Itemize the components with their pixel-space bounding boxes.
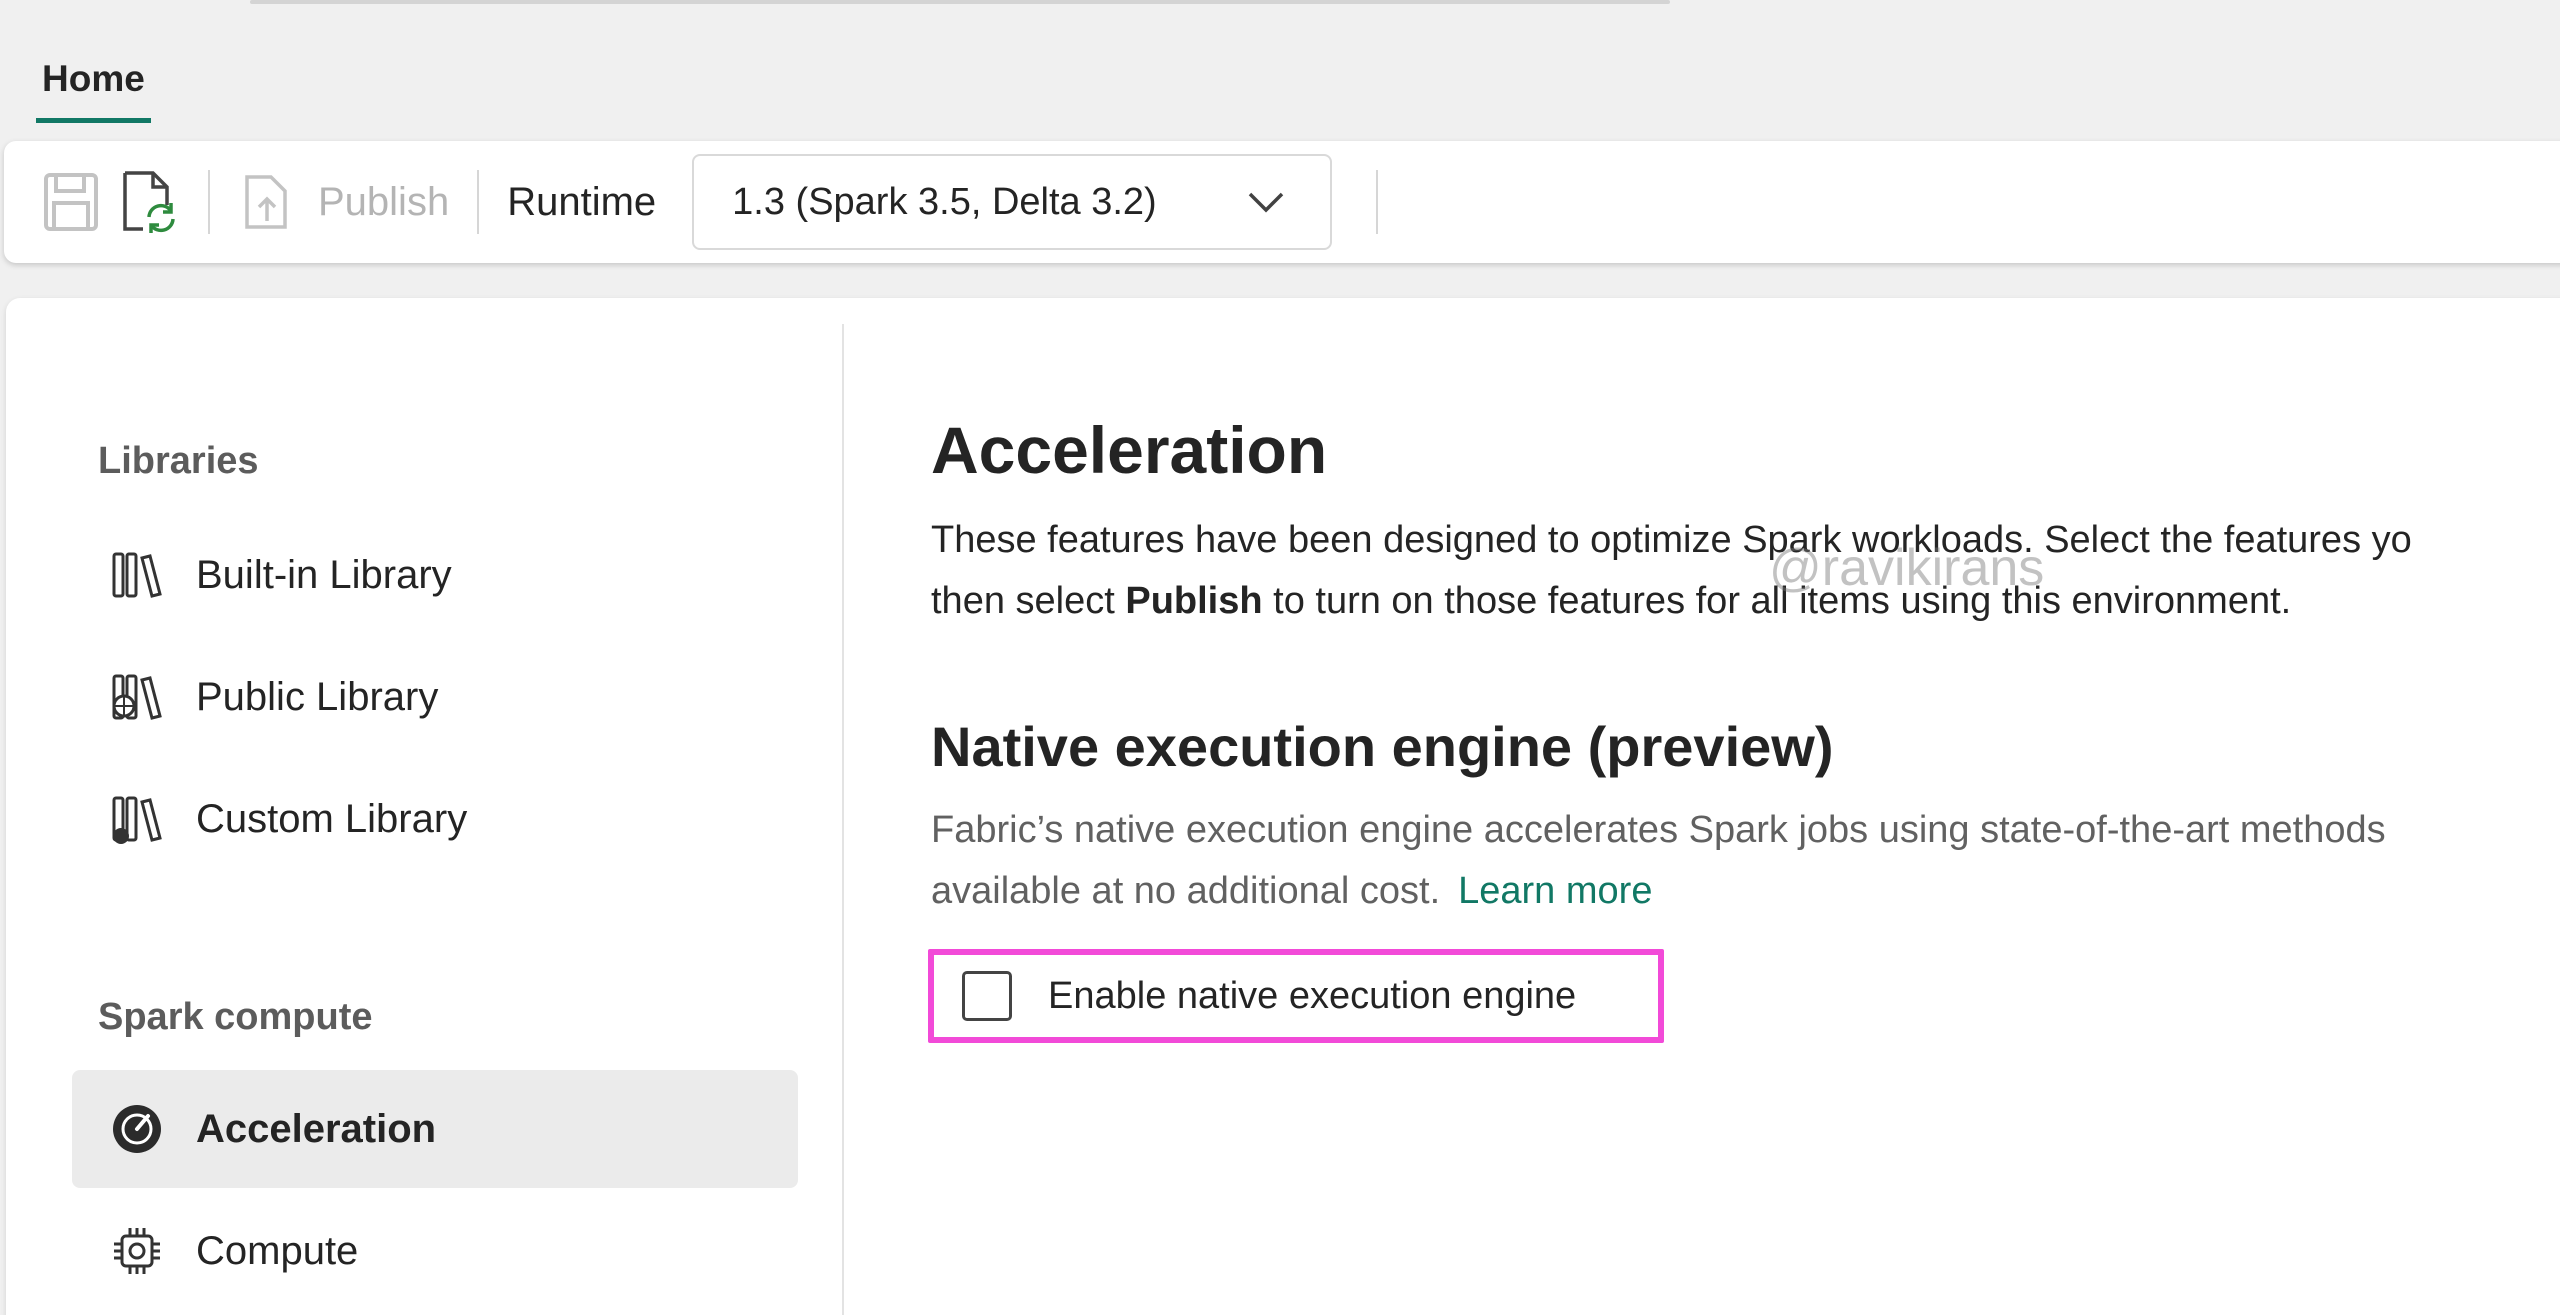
page-title: Acceleration: [931, 413, 1328, 487]
sidebar-item-label: Compute: [196, 1228, 359, 1273]
learn-more-link[interactable]: Learn more: [1458, 870, 1652, 912]
sidebar-item-label: Public Library: [196, 674, 439, 719]
save-button[interactable]: [40, 162, 102, 242]
gauge-icon: [108, 1100, 166, 1158]
sidebar-item-label: Built-in Library: [196, 552, 452, 597]
publish-button[interactable]: Publish: [238, 162, 449, 242]
spark-compute-heading: Spark compute: [98, 996, 373, 1038]
chevron-down-icon: [1246, 182, 1286, 222]
publish-icon: [238, 167, 300, 237]
sidebar: Libraries Built-in Library Public Librar…: [6, 324, 844, 1315]
checkbox-label[interactable]: Enable native execution engine: [1048, 975, 1576, 1018]
sidebar-item-label: Custom Library: [196, 796, 468, 841]
watermark: @ravikirans: [1769, 539, 2045, 597]
runtime-value: 1.3 (Spark 3.5, Delta 3.2): [732, 180, 1157, 223]
page-description: These features have been designed to opt…: [931, 510, 2560, 632]
content-panel: Libraries Built-in Library Public Librar…: [6, 298, 2560, 1315]
description-line-1: These features have been designed to opt…: [931, 519, 2412, 561]
tab-home[interactable]: Home: [36, 50, 151, 123]
section-description-line-1: Fabric’s native execution engine acceler…: [931, 809, 2386, 851]
toolbar-divider: [1376, 170, 1379, 234]
enable-native-engine-checkbox[interactable]: [962, 971, 1012, 1021]
chip-icon: [108, 1222, 166, 1280]
sidebar-item-custom-library[interactable]: Custom Library: [72, 760, 798, 878]
sidebar-item-label: Acceleration: [196, 1106, 437, 1151]
sidebar-item-compute[interactable]: Compute: [72, 1192, 798, 1310]
refresh-button[interactable]: [118, 162, 180, 242]
sidebar-item-public-library[interactable]: Public Library: [72, 638, 798, 756]
section-description-line-2: available at no additional cost.: [931, 870, 1441, 912]
save-icon: [40, 167, 102, 237]
top-divider: [250, 0, 1670, 4]
description-line-2-pre: then select: [931, 580, 1126, 622]
refresh-document-icon: [118, 167, 180, 237]
libraries-heading: Libraries: [98, 440, 259, 482]
public-library-icon: [108, 668, 166, 726]
toolbar-divider: [208, 170, 210, 234]
app-window: Home Publish Runtime 1.3 (Spark 3.5, Del…: [0, 0, 2560, 1315]
runtime-label: Runtime: [507, 179, 657, 224]
toolbar-divider: [477, 170, 480, 234]
section-description: Fabric’s native execution engine acceler…: [931, 800, 2560, 922]
description-publish-bold: Publish: [1125, 580, 1263, 622]
sidebar-item-acceleration[interactable]: Acceleration: [72, 1070, 798, 1188]
custom-library-icon: [108, 790, 166, 848]
publish-label: Publish: [318, 179, 450, 224]
runtime-dropdown[interactable]: 1.3 (Spark 3.5, Delta 3.2): [692, 154, 1333, 250]
sidebar-item-built-in-library[interactable]: Built-in Library: [72, 516, 798, 634]
toolbar: Publish Runtime 1.3 (Spark 3.5, Delta 3.…: [4, 141, 2560, 263]
highlight-box: Enable native execution engine: [928, 949, 1664, 1043]
built-in-library-icon: [108, 546, 166, 604]
section-title: Native execution engine (preview): [931, 715, 1834, 778]
tab-bar: Home: [36, 50, 151, 128]
